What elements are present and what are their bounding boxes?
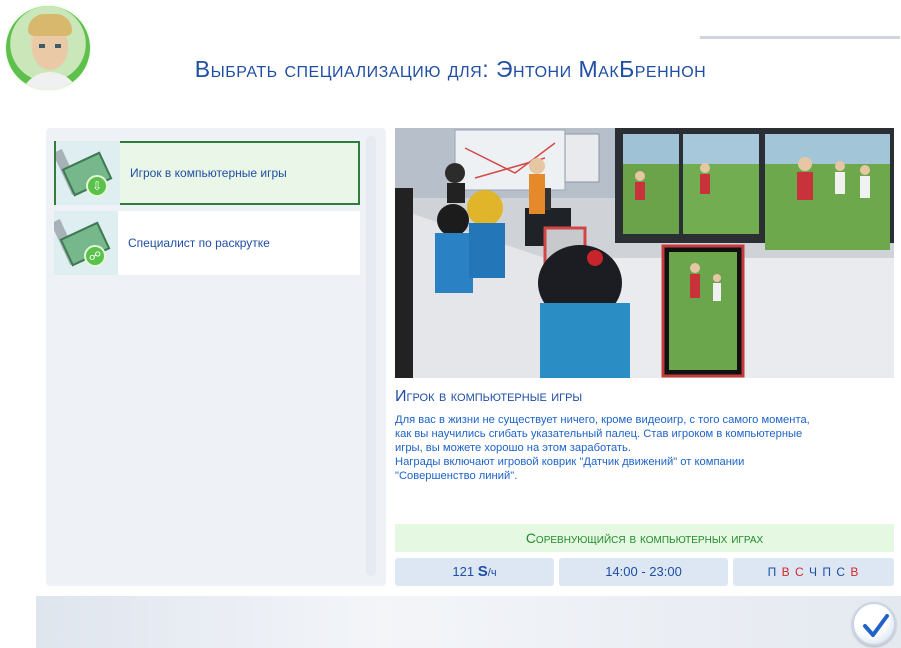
day-saturday: С: [836, 565, 846, 579]
career-item-gamer[interactable]: ⇩ Игрок в компьютерные игры: [54, 141, 360, 205]
day-friday: П: [822, 565, 832, 579]
description-line: Для вас в жизни не существует ничего, кр…: [395, 414, 810, 426]
scrollbar-thumb[interactable]: [366, 136, 376, 576]
career-item-label: Игрок в компьютерные игры: [130, 166, 287, 180]
day-wednesday: С: [794, 565, 805, 579]
career-description: Для вас в жизни не существует ничего, кр…: [395, 413, 890, 483]
graphics-card-icon: ☍: [54, 211, 118, 275]
career-detail-title: Игрок в компьютерные игры: [395, 388, 583, 405]
checkmark-icon: [863, 614, 889, 637]
day-thursday: Ч: [809, 565, 818, 579]
day-tuesday: В: [781, 565, 791, 579]
day-monday: П: [767, 565, 778, 579]
career-item-label: Специалист по раскрутке: [128, 236, 270, 250]
day-sunday: В: [850, 565, 860, 579]
description-line: игры, вы можете хорошо на этом заработат…: [395, 442, 631, 454]
career-first-level: Соревнующийся в компьютерных играх: [395, 524, 894, 552]
graphics-card-icon: ⇩: [56, 141, 120, 205]
simoleon-icon: S: [477, 563, 488, 580]
description-line: как вы научились сгибать указательный па…: [395, 428, 803, 440]
career-item-promoter[interactable]: ☍ Специалист по раскрутке: [54, 211, 360, 275]
gaming-room-illustration: [395, 128, 894, 378]
work-days: П В С Ч П С В: [733, 558, 894, 586]
dialog-footer: [36, 596, 901, 648]
pay-rate: 121 S/ч: [395, 558, 554, 586]
pay-amount: 121: [452, 564, 475, 579]
career-preview-image: [395, 128, 894, 378]
dialog-title: Выбрать специализацию для: Энтони МакБре…: [194, 56, 707, 82]
pay-unit: /ч: [487, 567, 497, 579]
confirm-button[interactable]: [852, 602, 896, 646]
career-list-scrollbar[interactable]: [366, 136, 376, 576]
work-hours: 14:00 - 23:00: [559, 558, 728, 586]
description-line: Награды включают игровой коврик "Датчик …: [395, 456, 745, 468]
header-divider: [700, 36, 900, 39]
description-line: "Совершенство линий".: [395, 470, 518, 482]
